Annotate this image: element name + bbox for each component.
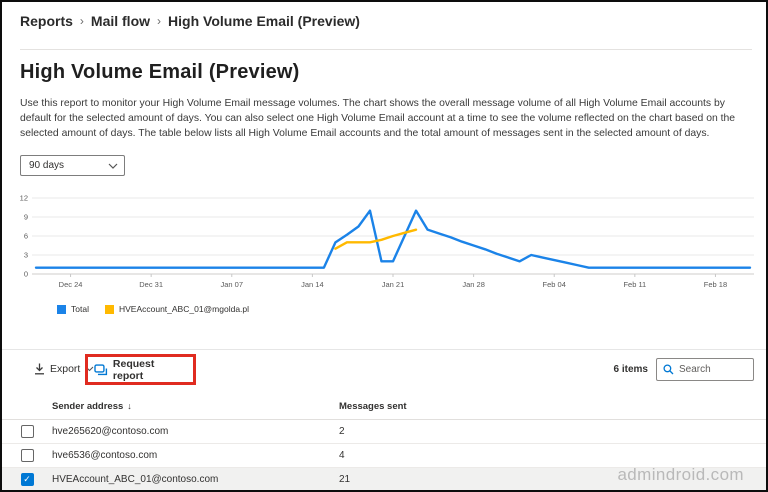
svg-text:Jan 07: Jan 07 [221, 280, 244, 289]
messages-sent-header[interactable]: Messages sent [339, 401, 766, 412]
toolbar-divider [2, 349, 766, 350]
svg-text:3: 3 [24, 251, 28, 260]
watermark: admindroid.com [617, 465, 744, 484]
row-checkbox[interactable] [20, 449, 34, 462]
download-icon [35, 363, 44, 375]
search-icon [663, 364, 674, 375]
svg-text:Jan 21: Jan 21 [382, 280, 405, 289]
chart-legend: Total HVEAccount_ABC_01@mgolda.pl [57, 304, 249, 314]
export-label: Export [50, 363, 81, 375]
chevron-down-icon [108, 163, 118, 169]
svg-text:12: 12 [20, 194, 28, 203]
period-dropdown[interactable]: 90 days [20, 155, 125, 176]
legend-label-hveaccount: HVEAccount_ABC_01@mgolda.pl [118, 304, 250, 314]
svg-text:6: 6 [24, 232, 28, 241]
breadcrumb-current-page: High Volume Email (Preview) [168, 13, 360, 29]
svg-text:9: 9 [24, 213, 28, 222]
svg-text:Dec 24: Dec 24 [59, 280, 83, 289]
breadcrumb-separator: › [157, 14, 162, 28]
row-checkbox-cell [2, 449, 52, 462]
breadcrumb: Reports › Mail flow › High Volume Email … [20, 13, 360, 29]
breadcrumb-reports[interactable]: Reports [20, 13, 73, 29]
sender-address-cell: hve265620@contoso.com [52, 426, 169, 437]
row-checkbox[interactable]: ✓ [20, 473, 34, 486]
svg-text:Feb 18: Feb 18 [704, 280, 727, 289]
sender-address-header[interactable]: Sender address ↓ [52, 401, 339, 412]
sender-address-header-label: Sender address [52, 401, 124, 412]
breadcrumb-mail-flow[interactable]: Mail flow [91, 13, 150, 29]
svg-text:Jan 28: Jan 28 [462, 280, 485, 289]
sender-address-cell: hve6536@contoso.com [52, 450, 158, 461]
legend-item-total[interactable]: Total [57, 304, 89, 314]
messages-sent-cell: 2 [339, 426, 345, 437]
svg-text:Feb 11: Feb 11 [623, 280, 646, 289]
row-checkbox-cell [2, 425, 52, 438]
page-description: Use this report to monitor your High Vol… [20, 98, 736, 140]
annotation-highlight-box: Request report [85, 354, 196, 385]
high-volume-email-report-page: Reports › Mail flow › High Volume Email … [0, 0, 768, 492]
svg-text:Feb 04: Feb 04 [543, 280, 566, 289]
search-input[interactable] [679, 364, 747, 375]
table-row[interactable]: hve265620@contoso.com 2 [2, 420, 766, 444]
request-report-label: Request report [112, 357, 155, 382]
toolbar: Export Request report 6 items [2, 354, 766, 388]
messages-sent-cell: 4 [339, 450, 345, 461]
items-count: 6 items [613, 364, 648, 375]
legend-swatch-total [57, 304, 66, 314]
svg-text:Dec 31: Dec 31 [139, 280, 163, 289]
legend-label-total: Total [71, 304, 89, 314]
period-dropdown-value: 90 days [29, 160, 65, 171]
svg-text:Jan 14: Jan 14 [301, 280, 324, 289]
volume-chart: 0 3 6 9 12 Dec 24 Dec 31 Jan 07 Jan 14 Jan 21 Jan … [2, 190, 766, 292]
sender-table-header: Sender address ↓ Messages sent [2, 394, 766, 420]
request-report-button[interactable]: Request report [88, 358, 193, 382]
legend-swatch-hveaccount [104, 304, 114, 314]
row-checkbox[interactable] [20, 425, 34, 438]
svg-text:0: 0 [24, 270, 28, 279]
sort-descending-icon: ↓ [127, 401, 132, 411]
search-box[interactable] [656, 358, 754, 381]
breadcrumb-separator: › [79, 14, 84, 28]
chart-canvas: 0 3 6 9 12 Dec 24 Dec 31 Jan 07 Jan 14 Jan 21 Jan … [20, 194, 754, 289]
page-title: High Volume Email (Preview) [20, 61, 300, 83]
header-divider [20, 49, 752, 50]
sender-address-cell: HVEAccount_ABC_01@contoso.com [52, 474, 219, 485]
messages-sent-header-label: Messages sent [339, 401, 407, 412]
request-report-icon [94, 363, 108, 375]
legend-item-hveaccount[interactable]: HVEAccount_ABC_01@mgolda.pl [104, 304, 250, 314]
row-checkbox-cell: ✓ [2, 473, 52, 486]
